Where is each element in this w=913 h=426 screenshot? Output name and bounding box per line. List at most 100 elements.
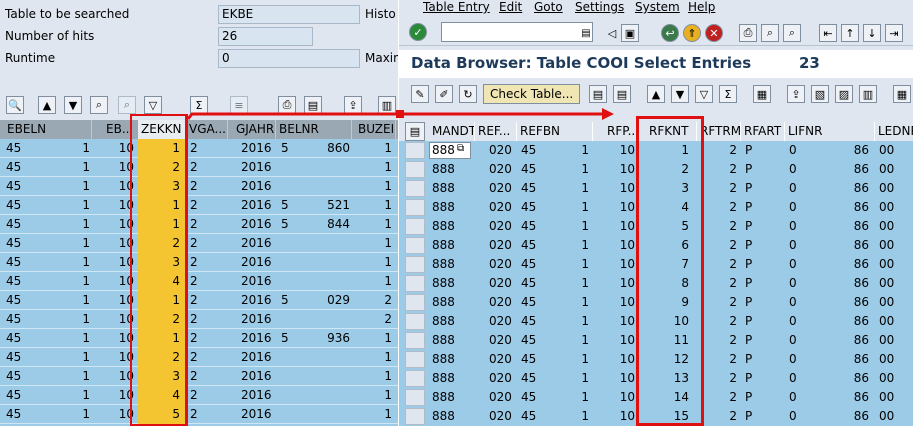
table-row[interactable]: 45 1 10 2 2 2016 1 (0, 348, 398, 367)
table-row[interactable]: 888 020 45 1 10 11 2 P 0 86 00 (399, 331, 913, 350)
table-row[interactable]: 888 020 45 1 10 6 2 P 0 86 00 (399, 236, 913, 255)
first-page-icon[interactable]: ⇤ (819, 24, 837, 42)
col-rftrm[interactable]: RFTRM (697, 122, 741, 141)
table-row[interactable]: 45 1 10 4 2 2016 1 (0, 272, 398, 291)
menu-edit[interactable]: Edit (499, 0, 522, 14)
table-row[interactable]: 888 020 45 1 10 7 2 P 0 86 00 (399, 255, 913, 274)
row-selector[interactable] (405, 218, 425, 235)
table-row[interactable]: 888 020 45 1 10 3 2 P 0 86 00 (399, 179, 913, 198)
table-row[interactable]: 888 020 45 1 10 5 2 P 0 86 00 (399, 217, 913, 236)
check-table-button[interactable]: Check Table... (483, 84, 581, 104)
print-icon[interactable]: ⎙ (278, 96, 296, 114)
col-mandt[interactable]: MANDT (429, 122, 475, 141)
table-row[interactable]: 45 1 10 5 2 2016 1 (0, 405, 398, 424)
sum-icon[interactable]: Σ (190, 96, 208, 114)
last-icon[interactable]: ▤ (613, 85, 631, 103)
col-lednr[interactable]: LEDNR (875, 122, 913, 141)
command-field[interactable] (441, 22, 593, 42)
display-icon[interactable]: ✎ (411, 85, 429, 103)
prev-icon[interactable]: ◁ (603, 24, 621, 42)
sort-desc-icon[interactable]: ▼ (64, 96, 82, 114)
back-icon[interactable]: ↩ (661, 24, 679, 42)
next-page-icon[interactable]: ↓ (863, 24, 881, 42)
table-row[interactable]: 45 1 10 1 2 2016 5 860 1 (0, 139, 398, 158)
row-selector[interactable] (405, 237, 425, 254)
col-zekkn[interactable]: ZEKKN (138, 120, 186, 139)
layout-icon[interactable]: ▥ (378, 96, 396, 114)
runtime-input[interactable]: 0 (218, 49, 360, 68)
row-selector[interactable] (405, 351, 425, 368)
table-row[interactable]: 888 020 45 1 10 10 2 P 0 86 00 (399, 312, 913, 331)
hits-input[interactable]: 26 (218, 27, 313, 46)
cancel-icon[interactable]: ✕ (705, 24, 723, 42)
menu-table-entry[interactable]: Table Entry (423, 0, 490, 14)
table-row[interactable]: 888 020 45 1 10 15 2 P 0 86 00 (399, 407, 913, 426)
find-icon[interactable]: ⌕ (90, 96, 108, 114)
col-rfp[interactable]: RFP... (593, 122, 637, 141)
value-help-icon[interactable]: ⧉ (457, 141, 464, 160)
find-icon[interactable]: ⌕ (761, 24, 779, 42)
find-next-icon[interactable]: ⌕ (118, 96, 136, 114)
columns-icon[interactable]: ▦ (893, 85, 911, 103)
table-row[interactable]: 888 020 45 1 10 12 2 P 0 86 00 (399, 350, 913, 369)
table-row[interactable]: 45 1 10 1 2 2016 5 936 1 (0, 329, 398, 348)
command-history-icon[interactable]: ▤ (577, 24, 595, 42)
col-refbn[interactable]: REFBN (517, 122, 593, 141)
table-row[interactable]: 888 020 45 1 10 2 2 P 0 86 00 (399, 160, 913, 179)
col-rfknt[interactable]: RFKNT (637, 122, 697, 141)
menu-help[interactable]: Help (688, 0, 715, 14)
subtotal-icon[interactable]: ≡ (230, 96, 248, 114)
table-input[interactable]: EKBE (218, 5, 360, 24)
sort-asc-icon[interactable]: ▲ (647, 85, 665, 103)
row-selector[interactable] (405, 313, 425, 330)
table-row[interactable]: 45 1 10 2 2 2016 2 (0, 310, 398, 329)
table-row[interactable]: 45 1 10 1 2 2016 5 844 1 (0, 215, 398, 234)
col-ref[interactable]: REF... (475, 122, 517, 141)
exit-icon[interactable]: ⇑ (683, 24, 701, 42)
export-icon[interactable]: ⇪ (344, 96, 362, 114)
word-icon[interactable]: ▧ (811, 85, 829, 103)
row-selector[interactable] (405, 256, 425, 273)
sum-icon[interactable]: Σ (719, 85, 737, 103)
row-selector[interactable] (405, 408, 425, 425)
enter-icon[interactable]: ✓ (409, 23, 427, 41)
row-selector[interactable] (405, 161, 425, 178)
prev-page-icon[interactable]: ↑ (841, 24, 859, 42)
print-icon[interactable]: ⎙ (739, 24, 757, 42)
menu-goto[interactable]: Goto (534, 0, 563, 14)
abc-icon[interactable]: ▦ (753, 85, 771, 103)
row-selector[interactable] (405, 389, 425, 406)
table-row[interactable]: 888 020 45 1 10 4 2 P 0 86 00 (399, 198, 913, 217)
filter-icon[interactable]: ▽ (695, 85, 713, 103)
row-selector[interactable] (405, 199, 425, 216)
export-icon[interactable]: ⇪ (787, 85, 805, 103)
select-all-icon[interactable]: ▤ (405, 122, 425, 141)
col-gjahr[interactable]: GJAHR (228, 120, 276, 139)
find-next-icon[interactable]: ⌕ (783, 24, 801, 42)
col-vga[interactable]: VGA... (186, 120, 228, 139)
save-icon[interactable]: ▣ (621, 24, 639, 42)
col-belnr[interactable]: BELNR (276, 120, 352, 139)
menu-settings[interactable]: Settings (575, 0, 624, 14)
sort-desc-icon[interactable]: ▼ (671, 85, 689, 103)
edit-icon[interactable]: ✐ (435, 85, 453, 103)
col-ebeln[interactable]: EBELN (4, 120, 92, 139)
table-row[interactable]: 45 1 10 1 2 2016 5 521 1 (0, 196, 398, 215)
row-selector[interactable] (405, 142, 425, 159)
table-row[interactable]: 45 1 10 3 2 2016 1 (0, 253, 398, 272)
table-row[interactable]: 888 020 45 1 10 9 2 P 0 86 00 (399, 293, 913, 312)
menu-system[interactable]: System (635, 0, 680, 14)
table-row[interactable]: 888 020 45 1 10 14 2 P 0 86 00 (399, 388, 913, 407)
row-selector[interactable] (405, 370, 425, 387)
layout-icon[interactable]: ▥ (859, 85, 877, 103)
table-row[interactable]: 45 1 10 2 2 2016 1 (0, 234, 398, 253)
col-lifnr[interactable]: LIFNR (785, 122, 875, 141)
table-row[interactable]: 45 1 10 3 2 2016 1 (0, 367, 398, 386)
first-icon[interactable]: ▤ (589, 85, 607, 103)
row-selector[interactable] (405, 180, 425, 197)
col-buzei[interactable]: BUZEI (352, 120, 396, 139)
row-selector[interactable] (405, 332, 425, 349)
table-row[interactable]: 45 1 10 4 2 2016 1 (0, 386, 398, 405)
filter-icon[interactable]: ▽ (144, 96, 162, 114)
table-row[interactable]: 45 1 10 3 2 2016 1 (0, 177, 398, 196)
